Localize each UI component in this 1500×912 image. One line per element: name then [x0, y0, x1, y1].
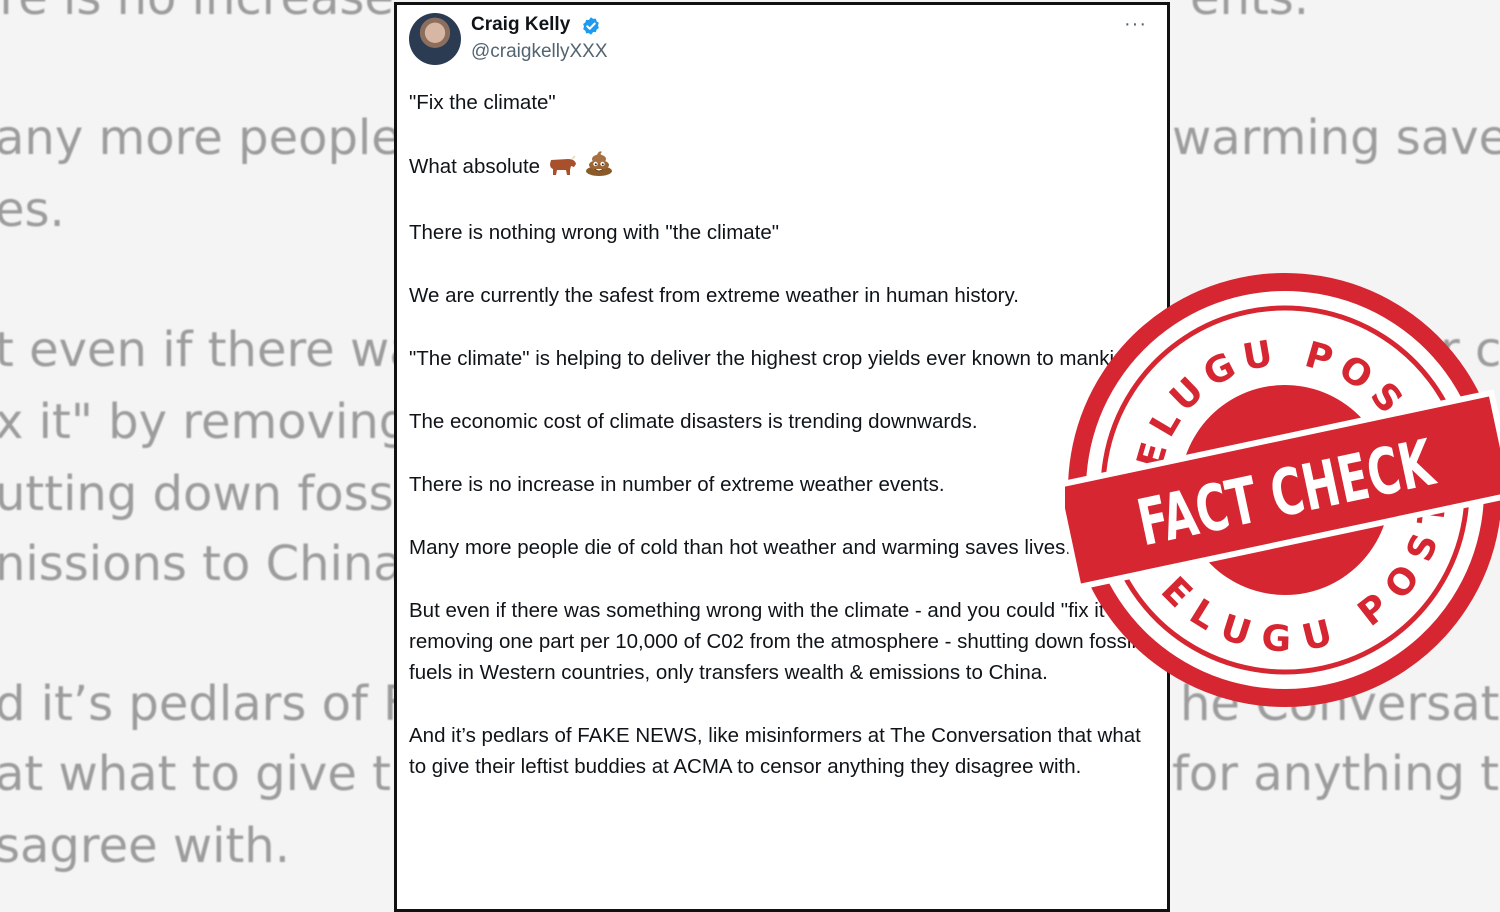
tweet-text: "Fix the climate" What absolute There is…: [409, 87, 1159, 814]
background-text-line: nissions to China.: [0, 536, 418, 592]
tweet-paragraph: There is nothing wrong with "the climate…: [409, 221, 780, 244]
background-text-line: any more people c: [0, 110, 443, 166]
background-text-line: for anything the: [1172, 746, 1500, 802]
background-text-line: ents.: [1190, 0, 1309, 26]
verified-badge-icon: [583, 17, 599, 35]
poop-emoji-icon: [585, 150, 613, 185]
author-name[interactable]: Craig Kelly: [471, 14, 570, 36]
tweet-paragraph-text: What absolute: [409, 155, 541, 178]
background-text-line: at what to give the: [0, 746, 451, 802]
fact-check-stamp: TELUGU POST TELUGU POST FACT CHECK: [1065, 273, 1500, 707]
background-text-line: t even if there wa: [0, 322, 419, 378]
background-text-line: d it’s pedlars of F: [0, 676, 411, 732]
tweet-paragraph: And it’s pedlars of FAKE NEWS, like misi…: [409, 724, 1141, 778]
tweet-paragraph: The economic cost of climate disasters i…: [409, 410, 978, 433]
author-handle[interactable]: @craigkellyXXX: [471, 41, 608, 63]
background-text-line: utting down fossi: [0, 466, 407, 522]
more-options-icon[interactable]: ···: [1124, 13, 1147, 36]
tweet-paragraph: "Fix the climate": [409, 91, 556, 114]
background-text-line: sagree with.: [0, 818, 290, 874]
tweet-card: Craig Kelly @craigkellyXXX ··· "Fix the …: [394, 2, 1170, 912]
avatar[interactable]: [409, 13, 461, 65]
background-text-line: warming saves: [1172, 110, 1500, 166]
background-text-line: x it" by removing: [0, 394, 410, 450]
background-text-line: ere is no increase: [0, 0, 394, 26]
tweet-paragraph: Many more people die of cold than hot we…: [409, 536, 1072, 559]
tweet-paragraph: We are currently the safest from extreme…: [409, 284, 1019, 307]
bull-emoji-icon: [548, 154, 578, 185]
tweet-paragraph: "The climate" is helping to deliver the …: [409, 347, 1143, 370]
background-text-line: es.: [0, 182, 65, 238]
tweet-paragraph: But even if there was something wrong wi…: [409, 599, 1140, 684]
tweet-paragraph-with-emoji: What absolute: [409, 150, 1159, 185]
tweet-paragraph: There is no increase in number of extrem…: [409, 473, 945, 496]
